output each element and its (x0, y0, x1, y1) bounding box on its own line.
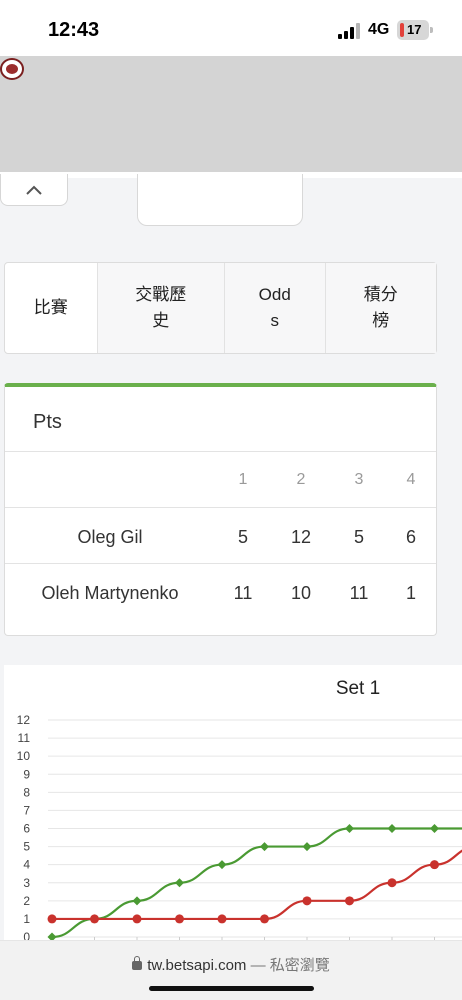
data-point (387, 824, 397, 833)
score-cell: 1 (405, 583, 416, 603)
divider (5, 563, 436, 564)
collapse-button[interactable] (0, 174, 68, 206)
lock-icon (132, 956, 143, 970)
score-cell: 10 (290, 583, 312, 603)
score-cell: 12 (290, 527, 312, 547)
network-label: 4G (368, 21, 390, 38)
site-logo-icon[interactable] (0, 58, 24, 80)
score-table: Pts 1 2 3 4 Oleg Gil 5 12 5 6 Oleh Marty… (4, 383, 437, 636)
score-cell: 11 (349, 583, 369, 603)
y-tick-label: 5 (23, 840, 30, 854)
home-indicator[interactable] (149, 986, 314, 991)
data-point (47, 914, 57, 924)
y-tick-label: 1 (23, 912, 30, 926)
score-cell: 11 (233, 583, 253, 603)
set-chart: Set 1 0 1 2 3 4 5 6 7 8 9 10 11 12 (4, 665, 462, 943)
y-tick-label: 11 (18, 731, 31, 745)
separator: — (250, 957, 266, 974)
data-point (217, 860, 227, 870)
tab-label: 比賽 (33, 298, 68, 317)
score-table-title: Pts (33, 411, 62, 433)
data-point (260, 914, 269, 924)
player-name: Oleg Gil (77, 527, 143, 547)
y-tick-label: 10 (17, 749, 31, 763)
battery-icon: 17 (397, 20, 433, 40)
tab-bar: 比賽 交戰歷史 Odds 積分榜 (4, 262, 437, 354)
private-mode-label: 私密瀏覽 (269, 957, 330, 974)
score-cell: 5 (237, 527, 248, 547)
data-point (387, 878, 397, 888)
y-tick-label: 8 (23, 785, 30, 799)
status-bar: 12:43 4G 17 (0, 0, 462, 56)
y-tick-label: 3 (23, 876, 30, 890)
data-point (132, 914, 142, 924)
data-point (175, 878, 184, 888)
set-header: 4 (406, 471, 416, 488)
data-point (430, 860, 439, 870)
y-tick-label: 6 (23, 822, 30, 836)
tab-label: 交戰歷史 (135, 285, 187, 330)
divider (5, 507, 436, 508)
chart-svg: Set 10123456789101112 (17, 678, 462, 943)
page: 12:43 4G 17 比賽 交戰歷史 Odds 積分榜 Pts 1 2 3 4… (0, 0, 462, 1000)
tab-label: 積分榜 (363, 285, 398, 330)
data-point (345, 824, 354, 833)
data-point (132, 896, 142, 906)
data-point (302, 896, 312, 906)
y-tick-label: 4 (23, 858, 30, 872)
data-point (90, 914, 99, 924)
data-point (217, 914, 227, 924)
tab-h2h-history[interactable]: 交戰歷史 (97, 263, 225, 353)
tab-odds[interactable]: Odds (224, 263, 326, 353)
ad-banner[interactable] (0, 56, 462, 172)
chart-title: Set 1 (336, 678, 380, 699)
address-bar[interactable]: tw.betsapi.com — 私密瀏覽 (0, 954, 462, 975)
data-point (345, 896, 354, 906)
data-point (430, 824, 439, 833)
domain-text: tw.betsapi.com (147, 957, 247, 974)
signal-icon (338, 23, 360, 39)
data-point (175, 914, 184, 924)
tab-label: Odds (258, 285, 291, 330)
y-tick-label: 7 (23, 803, 30, 817)
set-header: 2 (296, 471, 306, 488)
tab-standings[interactable]: 積分榜 (325, 263, 436, 353)
browser-bottom-bar: tw.betsapi.com — 私密瀏覽 (0, 940, 462, 1000)
battery-level: 17 (407, 22, 422, 37)
chevron-up-icon (26, 185, 42, 195)
data-point (260, 842, 269, 852)
tab-match[interactable]: 比賽 (5, 263, 98, 353)
header-card (137, 174, 303, 226)
y-tick-label: 2 (23, 894, 30, 908)
y-tick-label: 12 (17, 713, 31, 727)
y-tick-label: 9 (23, 767, 30, 781)
score-cell: 5 (353, 527, 364, 547)
divider (5, 451, 436, 452)
score-cell: 6 (405, 527, 416, 547)
status-time: 12:43 (48, 19, 100, 41)
data-point (302, 842, 312, 852)
player-name: Oleh Martynenko (41, 583, 179, 603)
set-header: 3 (354, 471, 364, 488)
set-header: 1 (238, 471, 248, 488)
